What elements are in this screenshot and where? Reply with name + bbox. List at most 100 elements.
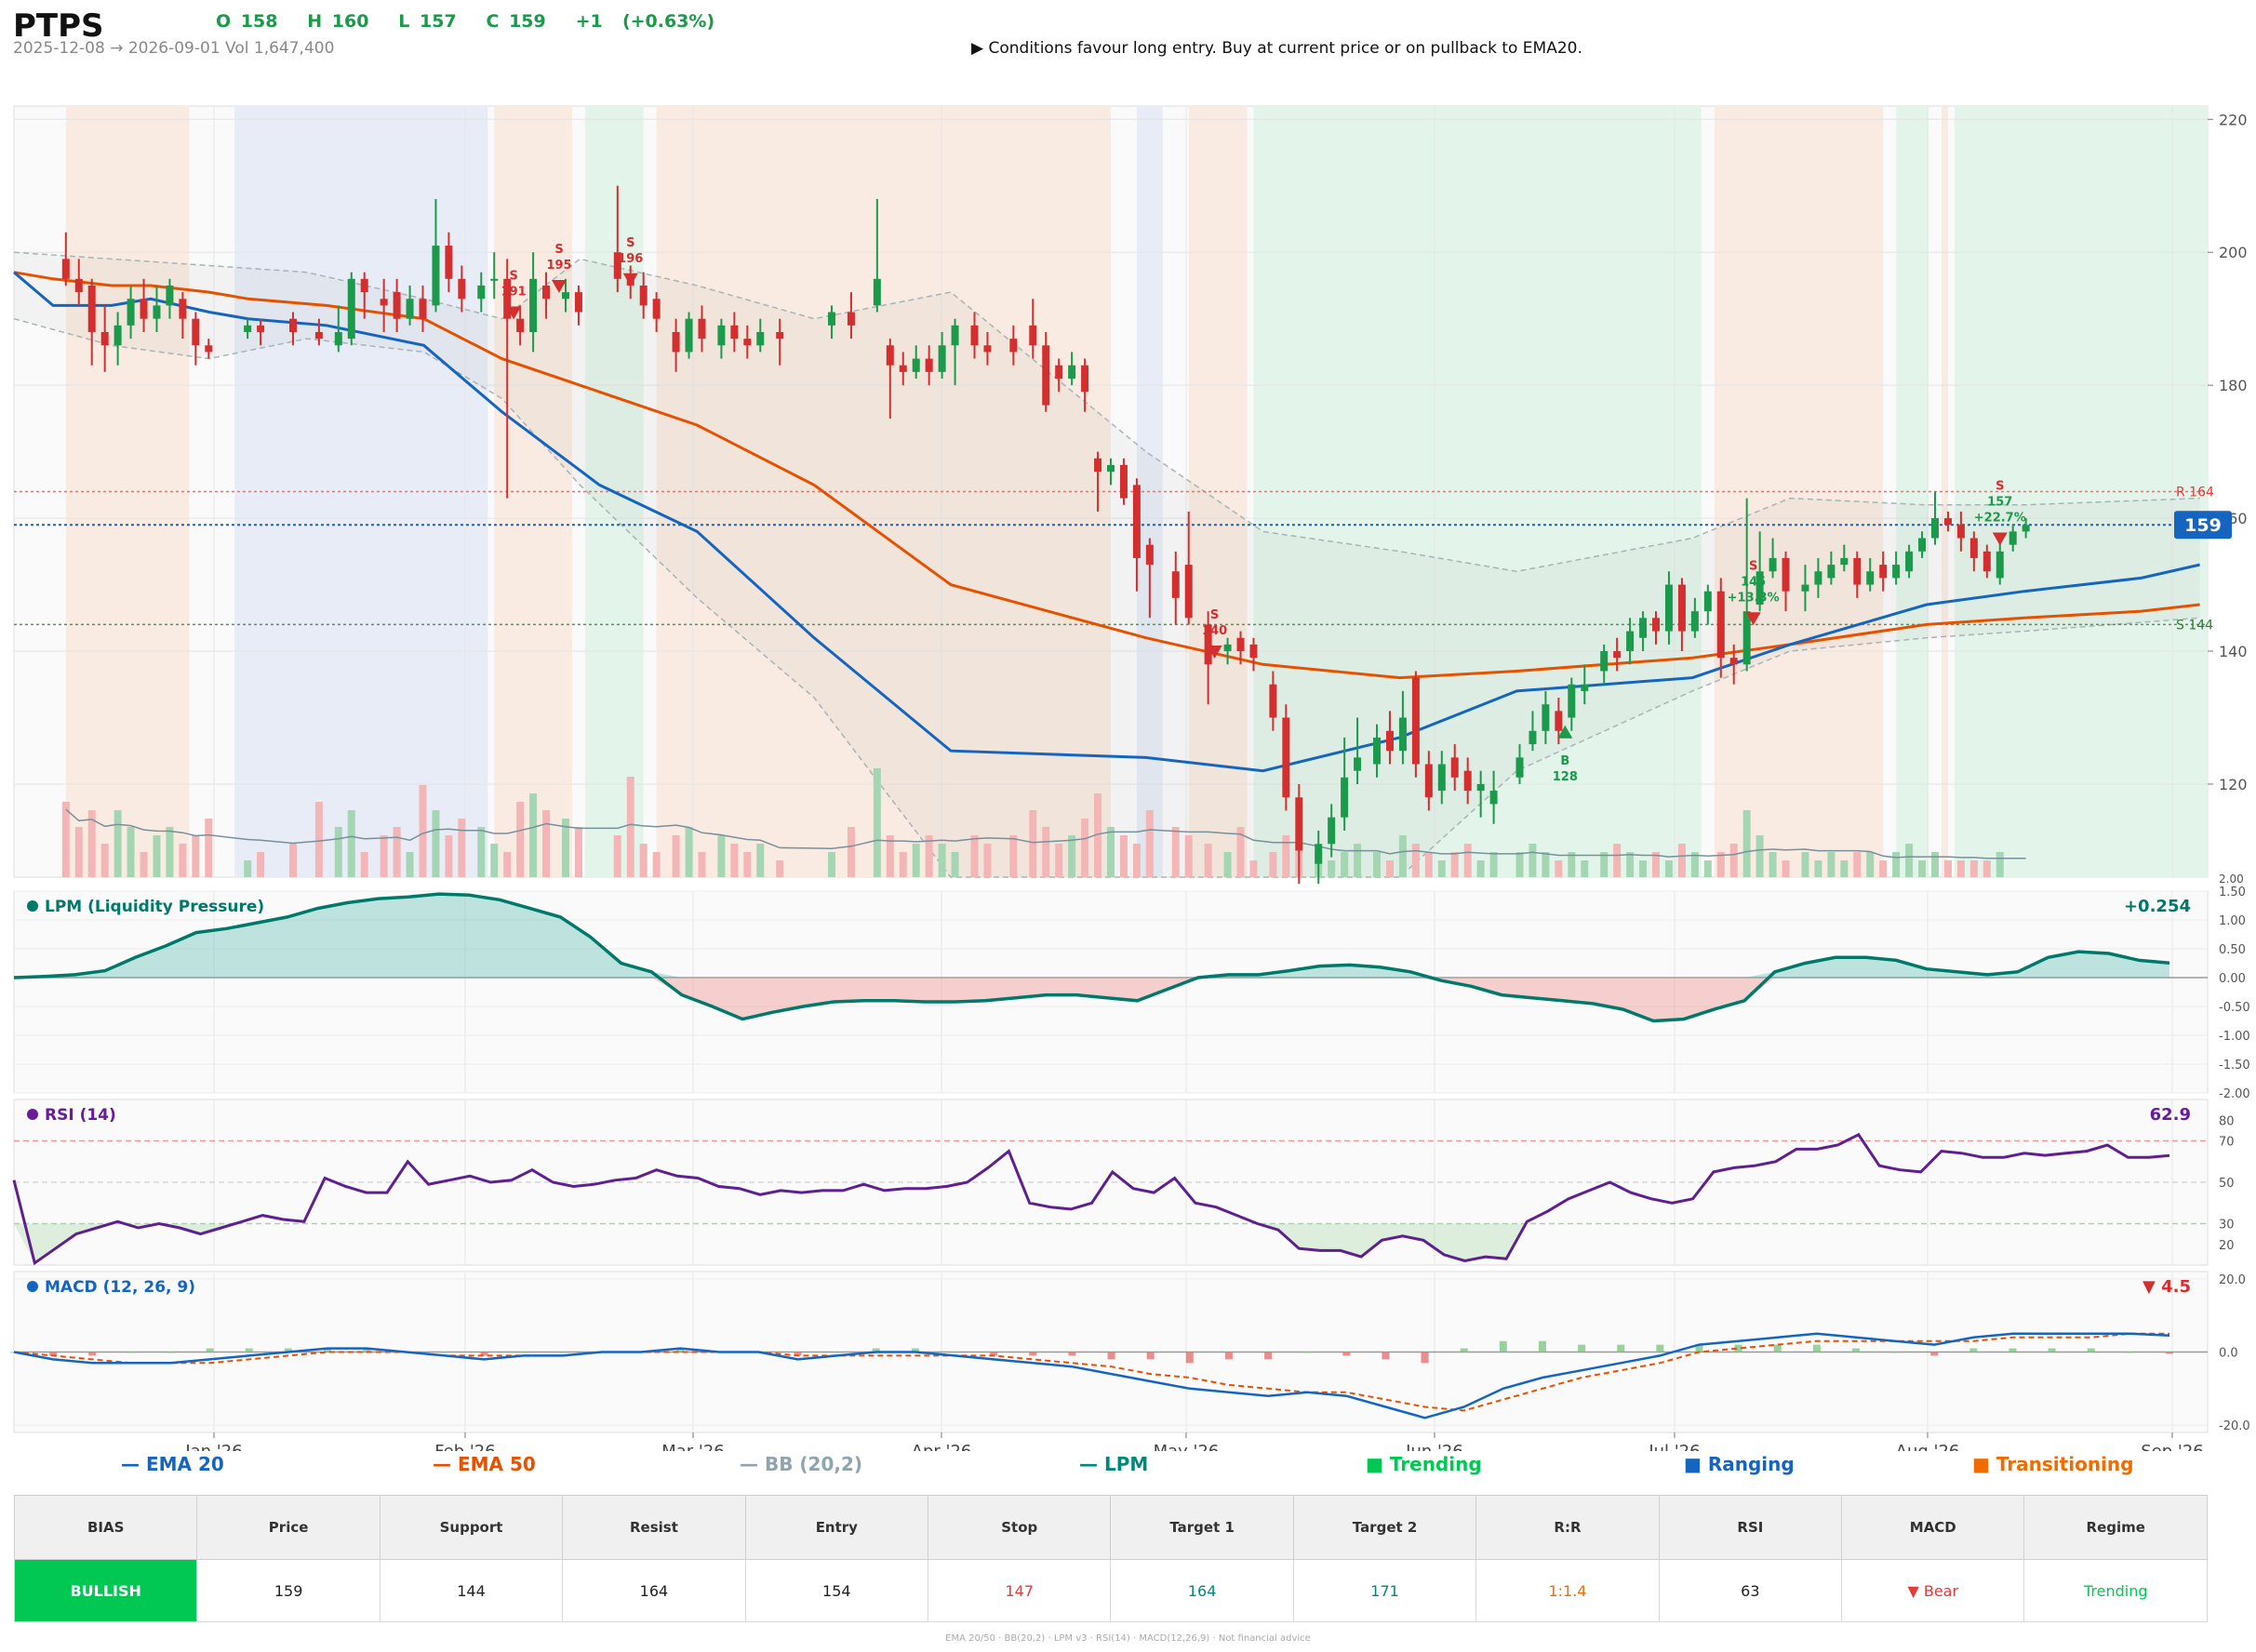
volume-bar — [1930, 852, 1939, 877]
volume-bar — [970, 835, 979, 877]
volume-bar — [113, 810, 122, 877]
candle-body — [127, 299, 135, 326]
candle-body — [1892, 565, 1901, 579]
candle-body — [1398, 717, 1407, 752]
candle-body — [983, 345, 992, 353]
price-tick-label: 200 — [2219, 244, 2248, 261]
table-header-bias: BIAS — [13, 1495, 198, 1560]
volume-bar — [1515, 852, 1524, 877]
volume-bar — [776, 860, 784, 877]
macd-dot-icon — [27, 1281, 38, 1292]
candle-body — [2022, 525, 2030, 532]
rsi-tick-label: 70 — [2219, 1136, 2235, 1150]
volume-bar — [166, 827, 174, 877]
candle-body — [1249, 644, 1258, 659]
candle-body — [74, 278, 83, 293]
candle-body — [179, 299, 187, 319]
volume-bar — [1742, 810, 1751, 877]
macd-histogram-bar — [2166, 1352, 2173, 1354]
table-header-r-r: R:R — [1475, 1495, 1660, 1560]
macd-histogram-bar — [951, 1352, 959, 1353]
volume-bar — [179, 844, 187, 877]
candle-body — [1703, 591, 1712, 612]
candle-body — [912, 358, 920, 372]
candle-body — [970, 325, 979, 346]
candle-body — [61, 259, 70, 279]
volume-bar — [1132, 844, 1141, 877]
volume-bar — [1398, 835, 1407, 877]
x-tick-label: May '26 — [1154, 1442, 1220, 1451]
candle-body — [1411, 677, 1420, 765]
candle-body — [2009, 531, 2017, 545]
macd-histogram-bar — [245, 1348, 253, 1352]
volume-bar — [1542, 852, 1550, 877]
resistance-label: R 164 — [2176, 486, 2214, 500]
volume-bar — [1385, 860, 1394, 877]
volume-bar — [1269, 852, 1277, 877]
price-tick-label: 180 — [2219, 377, 2248, 394]
volume-bar — [1879, 860, 1888, 877]
volume-bar — [100, 844, 109, 877]
candle-body — [1956, 525, 1965, 539]
volume-bar — [756, 844, 765, 877]
candle-body — [1009, 339, 1018, 353]
candle-body — [886, 345, 894, 366]
macd-histogram-bar — [1185, 1352, 1194, 1364]
candle-body — [1385, 730, 1394, 752]
macd-histogram-bar — [519, 1352, 527, 1353]
volume-bar — [1892, 852, 1901, 877]
volume-bar — [1677, 844, 1686, 877]
macd-histogram-bar — [206, 1348, 214, 1352]
candle-body — [205, 345, 213, 353]
stock-chart[interactable]: 120140160180200220R 164S 144159S191S195S… — [0, 0, 2256, 1451]
macd-histogram-bar — [1264, 1352, 1273, 1360]
candle-body — [393, 292, 401, 319]
volume-bar — [652, 852, 661, 877]
volume-bar — [490, 844, 499, 877]
candle-body — [639, 285, 647, 306]
volume-bar — [360, 852, 368, 877]
table-cell-price: 159 — [196, 1559, 380, 1622]
sell-signal-label: S — [1996, 480, 2004, 494]
table-cell-r-r: 1:1.4 — [1475, 1559, 1660, 1622]
macd-histogram-bar — [1812, 1344, 1821, 1352]
volume-bar — [1184, 835, 1193, 877]
candle-body — [1840, 557, 1849, 566]
table-header-price: Price — [196, 1495, 380, 1560]
candle-body — [1068, 365, 1076, 380]
macd-histogram-bar — [1499, 1340, 1507, 1352]
table-header-support: Support — [379, 1495, 564, 1560]
table-header-entry: Entry — [744, 1495, 929, 1560]
macd-title: MACD (12, 26, 9) — [45, 1278, 195, 1297]
sell-signal-label: S — [1210, 608, 1219, 622]
volume-bar — [140, 852, 148, 877]
lpm-tick-label: 1.00 — [2219, 914, 2246, 928]
x-tick-label: Aug '26 — [1896, 1442, 1960, 1451]
lpm-tick-label: -1.50 — [2219, 1059, 2250, 1072]
macd-histogram-bar — [2009, 1348, 2017, 1352]
volume-bar — [1626, 852, 1635, 877]
volume-bar — [639, 844, 647, 877]
candle-body — [925, 358, 933, 372]
volume-bar — [938, 844, 946, 877]
macd-histogram-bar — [1656, 1344, 1664, 1352]
volume-bar — [334, 827, 342, 877]
macd-value: ▼ 4.5 — [2143, 1277, 2191, 1297]
x-tick-label: Jun '26 — [1405, 1442, 1463, 1451]
sell-signal-label: S — [626, 236, 634, 250]
macd-histogram-bar — [167, 1352, 175, 1353]
macd-tick-label: 20.0 — [2219, 1273, 2246, 1287]
volume-bar — [1840, 860, 1849, 877]
candle-body — [652, 299, 661, 319]
macd-histogram-bar — [1851, 1348, 1860, 1352]
candle-body — [899, 365, 907, 372]
candle-body — [1918, 538, 1927, 552]
candle-body — [1626, 631, 1635, 652]
signal-summary-table: BIAS Price Support Resist Entry Stop Target 1T… — [13, 1495, 2208, 1622]
candle-body — [698, 318, 706, 340]
volume-bar — [613, 835, 621, 877]
candle-body — [1801, 584, 1809, 592]
volume-bar — [1249, 860, 1258, 877]
table-cell-target-1: 164 — [1110, 1559, 1294, 1622]
candle-body — [166, 285, 174, 306]
